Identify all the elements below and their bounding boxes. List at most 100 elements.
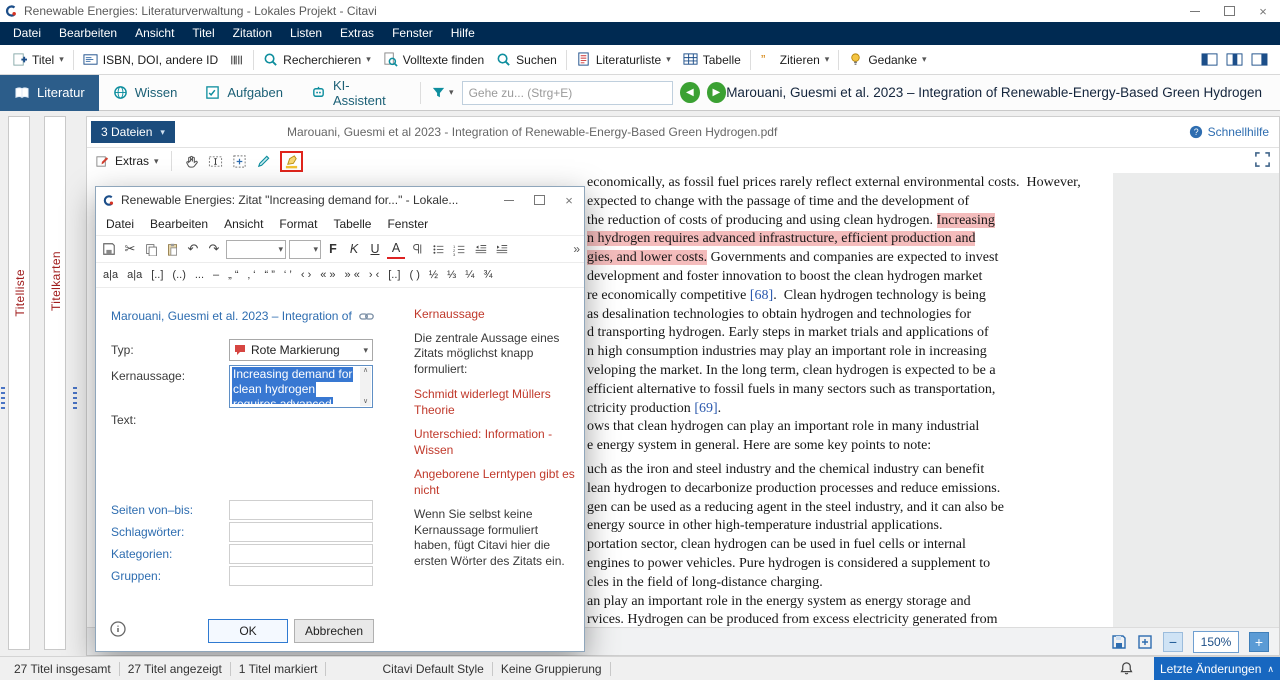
- special-char-button[interactable]: › ‹: [366, 266, 382, 284]
- zoom-level[interactable]: 150%: [1193, 631, 1239, 653]
- font-select[interactable]: ▾: [226, 240, 286, 259]
- files-dropdown-button[interactable]: 3 Dateien ▾: [91, 121, 175, 143]
- kernaussage-input[interactable]: Increasing demand for clean hydrogen req…: [229, 365, 373, 408]
- special-char-button[interactable]: ‚ ‘: [245, 266, 259, 284]
- cut-icon[interactable]: ✂: [121, 240, 139, 258]
- maximize-button[interactable]: [524, 187, 554, 213]
- tab-wissen[interactable]: Wissen: [99, 75, 192, 111]
- italic-button[interactable]: K: [345, 240, 363, 258]
- extras-dropdown-button[interactable]: Extras ▾: [95, 154, 159, 169]
- special-char-button[interactable]: ¼: [462, 266, 477, 284]
- special-char-button[interactable]: ‹ ›: [298, 266, 314, 284]
- gedanke-button[interactable]: Gedanke▾: [842, 49, 932, 70]
- kernaussage-scrollbar[interactable]: ∧ ∨: [360, 367, 371, 406]
- menu-item-zitation[interactable]: Zitation: [224, 22, 281, 45]
- schlagwoerter-label[interactable]: Schlagwörter:: [111, 525, 184, 539]
- scroll-down-icon[interactable]: ∨: [363, 398, 368, 406]
- forward-button[interactable]: ▶: [707, 82, 727, 103]
- special-char-button[interactable]: ( ): [406, 266, 422, 284]
- special-char-button[interactable]: „ “: [225, 266, 241, 284]
- numbered-list-icon[interactable]: 123: [450, 240, 468, 258]
- tabelle-button[interactable]: Tabelle: [677, 49, 747, 70]
- special-char-button[interactable]: a|a: [100, 266, 121, 284]
- splitter-grip[interactable]: [73, 387, 77, 409]
- titel-button[interactable]: Titel▾: [6, 49, 70, 70]
- close-button[interactable]: ×: [1246, 0, 1280, 22]
- notification-bell-icon[interactable]: [1119, 661, 1134, 676]
- quick-help-link[interactable]: ? Schnellhilfe: [1189, 125, 1269, 139]
- bullet-list-icon[interactable]: [429, 240, 447, 258]
- back-button[interactable]: ◀: [680, 82, 700, 103]
- fit-page-icon[interactable]: [1137, 634, 1153, 650]
- help-link[interactable]: Angeborene Lerntypen gibt es nicht: [414, 467, 576, 498]
- kategorien-label[interactable]: Kategorien:: [111, 547, 172, 561]
- hand-tool-icon[interactable]: [184, 154, 199, 169]
- kategorien-input[interactable]: [229, 544, 373, 564]
- maximize-button[interactable]: [1212, 0, 1246, 22]
- save-icon[interactable]: [100, 240, 118, 258]
- schlagwoerter-input[interactable]: [229, 522, 373, 542]
- menu-item-extras[interactable]: Extras: [331, 22, 383, 45]
- zoom-out-button[interactable]: −: [1163, 632, 1183, 652]
- special-char-button[interactable]: ¾: [480, 266, 495, 284]
- layout-split-right-icon[interactable]: [1251, 52, 1268, 67]
- reference-link[interactable]: Marouani, Guesmi et al. 2023 – Integrati…: [111, 309, 374, 323]
- tab-ki-assistent[interactable]: KI-Assistent: [297, 75, 410, 111]
- barcode-scan-button[interactable]: [224, 50, 250, 70]
- special-char-button[interactable]: “ ”: [262, 266, 278, 284]
- font-size-select[interactable]: ▾: [289, 240, 321, 259]
- dialog-menu-item-ansicht[interactable]: Ansicht: [216, 217, 271, 231]
- zitieren-button[interactable]: ” Zitieren▾: [754, 49, 836, 70]
- special-char-button[interactable]: a|a: [124, 266, 145, 284]
- gruppen-input[interactable]: [229, 566, 373, 586]
- special-char-button[interactable]: » «: [342, 266, 363, 284]
- dialog-menu-item-bearbeiten[interactable]: Bearbeiten: [142, 217, 216, 231]
- paragraph-marks-icon[interactable]: [408, 240, 426, 258]
- menu-item-fenster[interactable]: Fenster: [383, 22, 442, 45]
- menu-item-titel[interactable]: Titel: [183, 22, 223, 45]
- text-select-tool-icon[interactable]: [208, 154, 223, 169]
- dialog-menu-item-format[interactable]: Format: [271, 217, 325, 231]
- outdent-icon[interactable]: [471, 240, 489, 258]
- fullscreen-icon[interactable]: [1254, 151, 1271, 168]
- tab-literatur[interactable]: Literatur: [0, 75, 99, 111]
- copy-icon[interactable]: [142, 240, 160, 258]
- last-changes-button[interactable]: Letzte Änderungen ∧: [1154, 657, 1280, 680]
- splitter-grip[interactable]: [1, 387, 5, 409]
- special-char-button[interactable]: « »: [317, 266, 338, 284]
- seiten-label[interactable]: Seiten von–bis:: [111, 503, 193, 517]
- scroll-up-icon[interactable]: ∧: [363, 367, 368, 375]
- font-color-button[interactable]: A: [387, 239, 405, 259]
- menu-item-ansicht[interactable]: Ansicht: [126, 22, 183, 45]
- suchen-button[interactable]: Suchen: [490, 49, 563, 70]
- menu-item-listen[interactable]: Listen: [281, 22, 331, 45]
- highlighter-tool-icon[interactable]: [284, 154, 299, 169]
- toolbar-overflow-icon[interactable]: »: [573, 242, 580, 256]
- help-link[interactable]: Unterschied: Information - Wissen: [414, 427, 576, 458]
- ok-button[interactable]: OK: [208, 619, 288, 643]
- minimize-button[interactable]: [494, 187, 524, 213]
- tab-aufgaben[interactable]: Aufgaben: [191, 75, 297, 111]
- special-char-button[interactable]: ‘ ’: [281, 266, 295, 284]
- save-copy-icon[interactable]: [1111, 634, 1127, 650]
- special-char-button[interactable]: –: [210, 266, 222, 284]
- undo-icon[interactable]: ↶: [184, 240, 202, 258]
- bold-button[interactable]: F: [324, 240, 342, 258]
- info-circle-icon[interactable]: [110, 621, 126, 637]
- pen-annotation-tool-icon[interactable]: [256, 154, 271, 169]
- sidebar-tab-titelliste[interactable]: Titelliste: [13, 269, 27, 317]
- literaturliste-button[interactable]: Literaturliste▾: [570, 49, 677, 70]
- cancel-button[interactable]: Abbrechen: [294, 619, 374, 643]
- goto-input[interactable]: [462, 81, 673, 105]
- seiten-input[interactable]: [229, 500, 373, 520]
- isbn-doi-button[interactable]: ISBN, DOI, andere ID: [77, 49, 224, 70]
- recherchieren-button[interactable]: Recherchieren▾: [257, 49, 377, 70]
- special-char-button[interactable]: ½: [426, 266, 441, 284]
- volltexte-finden-button[interactable]: Volltexte finden: [377, 49, 490, 70]
- special-char-button[interactable]: [..]: [385, 266, 403, 284]
- dialog-menu-item-datei[interactable]: Datei: [98, 217, 142, 231]
- menu-item-datei[interactable]: Datei: [4, 22, 50, 45]
- layout-split-center-icon[interactable]: [1226, 52, 1243, 67]
- gruppen-label[interactable]: Gruppen:: [111, 569, 161, 583]
- paste-icon[interactable]: [163, 240, 181, 258]
